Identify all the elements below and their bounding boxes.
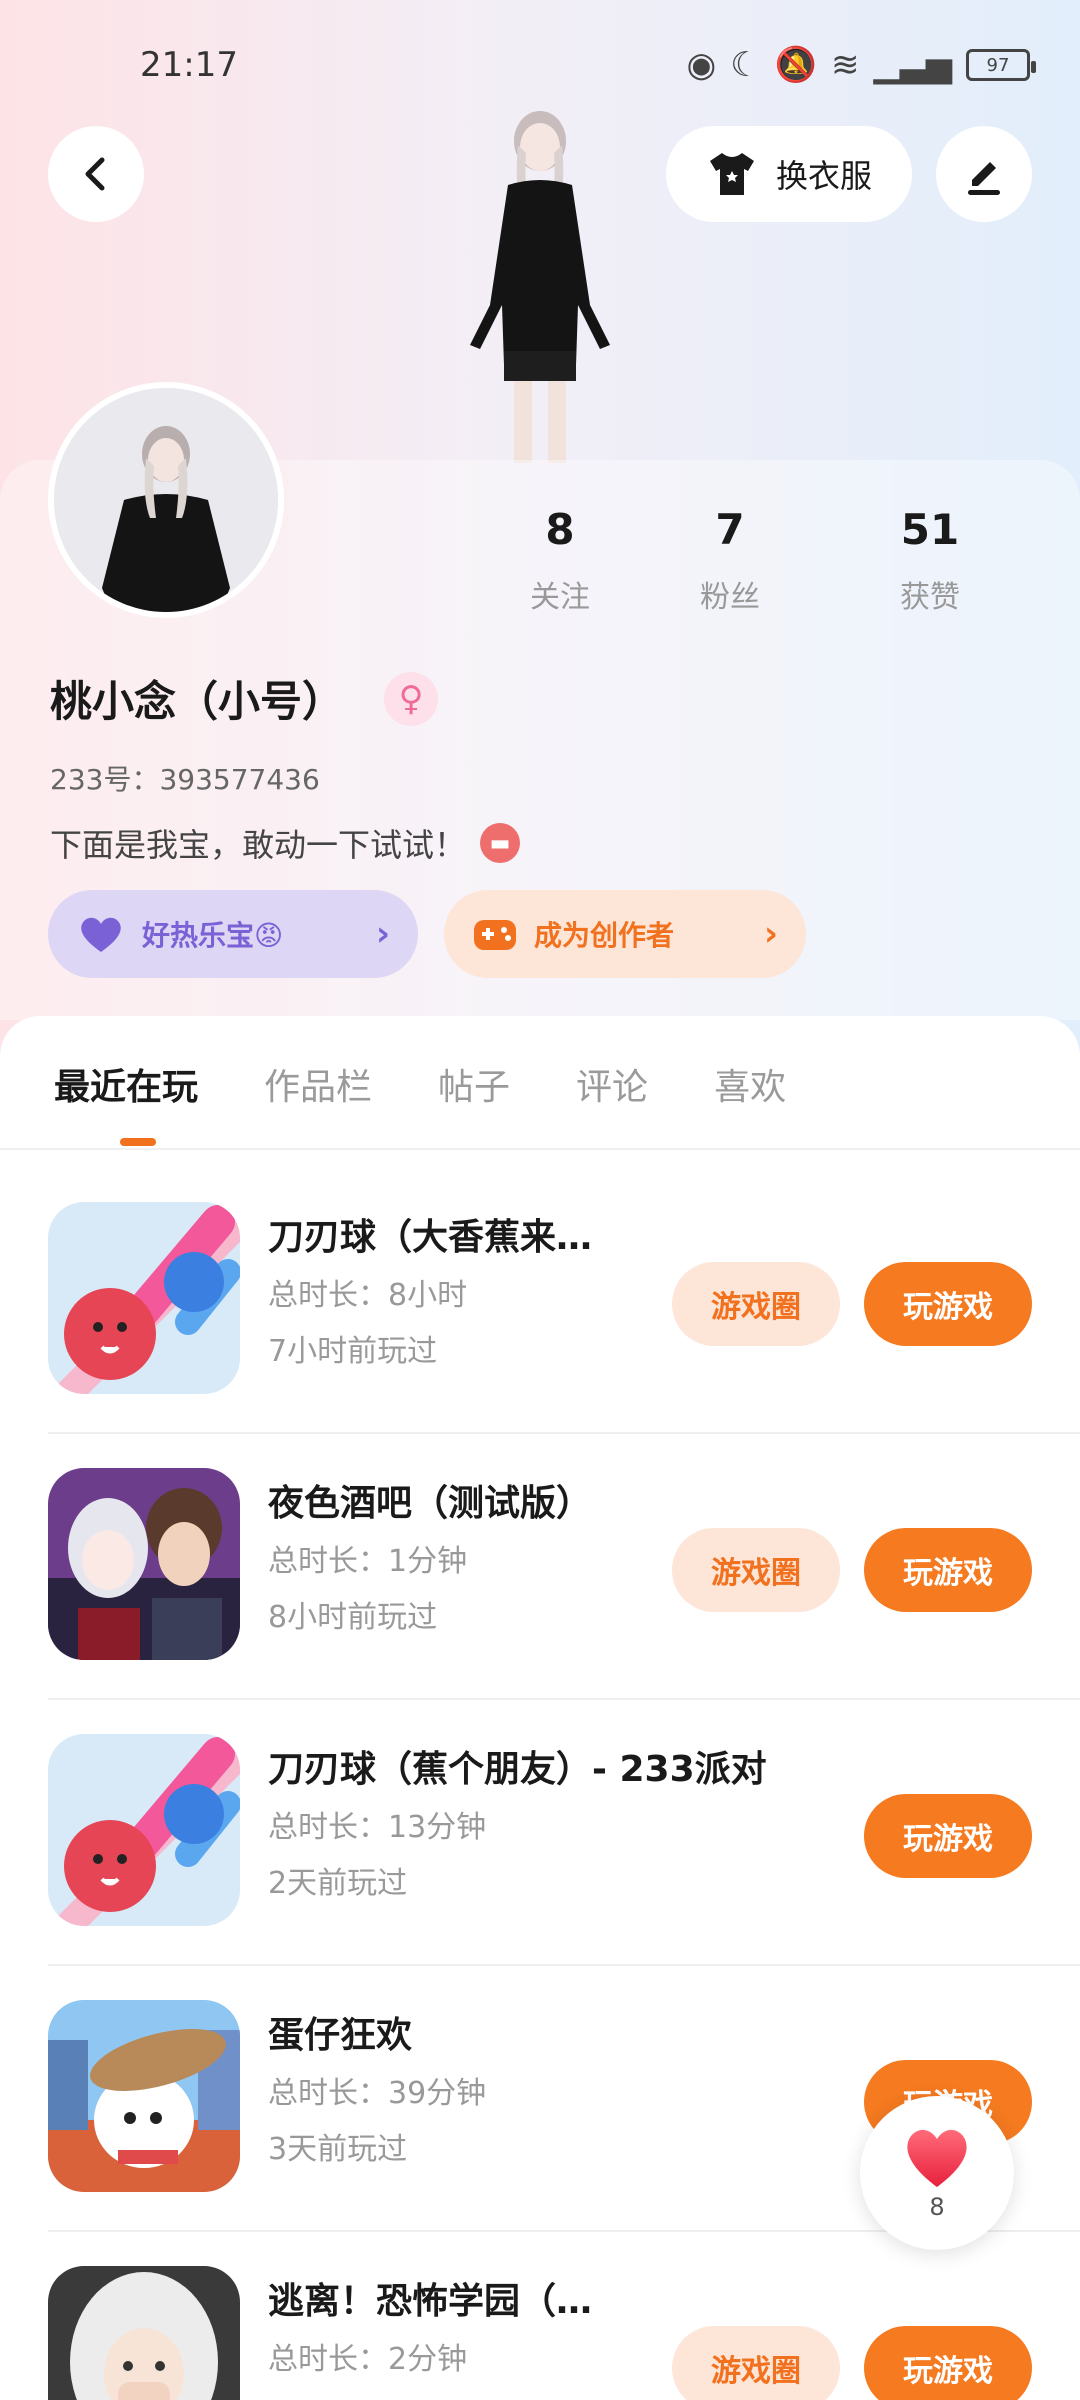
game-title: 蛋仔狂欢 [268, 2015, 413, 2056]
wifi-icon: ≋ [831, 45, 860, 85]
heart-icon [81, 917, 121, 952]
game-circle-button[interactable]: 游戏圈 [672, 1262, 840, 1346]
angry-face-icon: ▬ [480, 823, 521, 863]
game-duration: 总时长：1分钟 [268, 1544, 468, 1579]
stat-likes-label: 获赞 [900, 580, 960, 615]
tab-comments[interactable]: 评论 [576, 1058, 648, 1110]
back-button[interactable] [48, 126, 144, 222]
game-circle-button[interactable]: 游戏圈 [672, 1528, 840, 1612]
username: 桃小念（小号） [50, 677, 345, 726]
stat-likes-count: 51 [900, 505, 960, 554]
play-game-button[interactable]: 玩游戏 [864, 1262, 1032, 1346]
game-last-played: 8小时前玩过 [268, 1600, 438, 1635]
play-game-button[interactable]: 玩游戏 [864, 1528, 1032, 1612]
game-last-played: 3天前玩过 [268, 2132, 408, 2167]
game-circle-button[interactable]: 游戏圈 [672, 2326, 840, 2400]
stat-followers-count: 7 [715, 505, 745, 554]
game-duration: 总时长：2分钟 [268, 2342, 468, 2377]
status-icons: ◉ ☾ 🔕 ≋ ▁▃▅ 97 [686, 45, 1036, 85]
stat-followers-label: 粉丝 [700, 580, 760, 615]
change-outfit-label: 换衣服 [775, 157, 872, 195]
username-row: 桃小念（小号） ♀ [50, 668, 439, 729]
stat-likes[interactable]: 51 获赞 [830, 505, 1030, 616]
game-duration: 总时长：8小时 [268, 1278, 468, 1313]
user-id[interactable]: 233号：393577436 [50, 758, 320, 798]
tab-works[interactable]: 作品栏 [264, 1058, 372, 1110]
tab-likes[interactable]: 喜欢 [714, 1058, 786, 1110]
game-duration: 总时长：13分钟 [268, 1810, 487, 1845]
heart-icon [907, 2129, 967, 2187]
tab-bar: 最近在玩 作品栏 帖子 评论 喜欢 [54, 1058, 786, 1110]
game-icon [48, 1734, 240, 1926]
avatar[interactable] [48, 382, 284, 618]
play-game-button[interactable]: 玩游戏 [864, 2326, 1032, 2400]
gamepad-icon [474, 920, 516, 950]
stat-followers[interactable]: 7 粉丝 [630, 505, 830, 616]
game-title: 刀刃球（蕉个朋友）- 233派对 [268, 1749, 767, 1790]
list-item[interactable]: 夜色酒吧（测试版） 总时长：1分钟 8小时前玩过 游戏圈 玩游戏 [0, 1434, 1080, 1700]
bio: 下面是我宝，敢动一下试试！ ▬ [50, 820, 521, 866]
list-item[interactable]: 逃离！恐怖学园（… 总时长：2分钟 游戏圈 玩游戏 [0, 2232, 1080, 2400]
chevron-left-icon [85, 157, 105, 191]
chevron-right-icon: › [763, 914, 778, 954]
edit-profile-button[interactable] [936, 126, 1032, 222]
tab-posts[interactable]: 帖子 [438, 1058, 510, 1110]
profile-stats: 8 关注 7 粉丝 51 获赞 [490, 505, 1030, 616]
change-outfit-button[interactable]: 换衣服 [666, 126, 912, 222]
avatar-image [54, 388, 278, 612]
female-gender-icon: ♀ [384, 671, 439, 726]
tabs-divider [0, 1148, 1080, 1150]
status-time: 21:17 [140, 45, 238, 85]
game-title: 夜色酒吧（测试版） [268, 1483, 593, 1524]
game-title: 刀刃球（大香蕉来… [268, 1217, 593, 1258]
bio-text: 下面是我宝，敢动一下试试！ [50, 826, 467, 864]
play-game-button[interactable]: 玩游戏 [864, 1794, 1032, 1878]
battery-level: 97 [986, 54, 1010, 76]
game-icon [48, 1202, 240, 1394]
game-icon [48, 1468, 240, 1660]
tshirt-icon [709, 153, 754, 195]
like-fab[interactable]: 8 [860, 2096, 1014, 2250]
game-icon [48, 2000, 240, 2192]
list-item[interactable]: 刀刃球（蕉个朋友）- 233派对 总时长：13分钟 2天前玩过 玩游戏 [0, 1700, 1080, 1966]
list-item[interactable]: 刀刃球（大香蕉来… 总时长：8小时 7小时前玩过 游戏圈 玩游戏 [0, 1168, 1080, 1434]
eye-icon: ◉ [686, 45, 717, 85]
stat-following[interactable]: 8 关注 [490, 505, 630, 616]
game-title: 逃离！恐怖学园（… [268, 2281, 593, 2322]
battery-icon: 97 [966, 49, 1036, 81]
bell-off-icon: 🔕 [774, 45, 818, 85]
signal-icon: ▁▃▅ [873, 45, 952, 85]
stat-following-label: 关注 [530, 580, 590, 615]
fun-badge-button[interactable]: 好热乐宝😡 › [48, 890, 418, 978]
game-duration: 总时长：39分钟 [268, 2076, 487, 2111]
moon-icon: ☾ [730, 45, 761, 85]
chevron-right-icon: › [375, 914, 390, 954]
fun-badge-label: 好热乐宝😡 [142, 919, 284, 952]
game-last-played: 7小时前玩过 [268, 1334, 438, 1369]
game-icon [48, 2266, 240, 2400]
stat-following-count: 8 [545, 505, 575, 554]
become-creator-button[interactable]: 成为创作者 › [444, 890, 806, 978]
tab-recently-played[interactable]: 最近在玩 [54, 1058, 198, 1110]
game-last-played: 2天前玩过 [268, 1866, 408, 1901]
pencil-icon [968, 162, 1000, 195]
active-tab-indicator [120, 1138, 156, 1146]
become-creator-label: 成为创作者 [534, 919, 675, 952]
character-model[interactable] [430, 105, 650, 465]
like-count: 8 [929, 2193, 945, 2221]
